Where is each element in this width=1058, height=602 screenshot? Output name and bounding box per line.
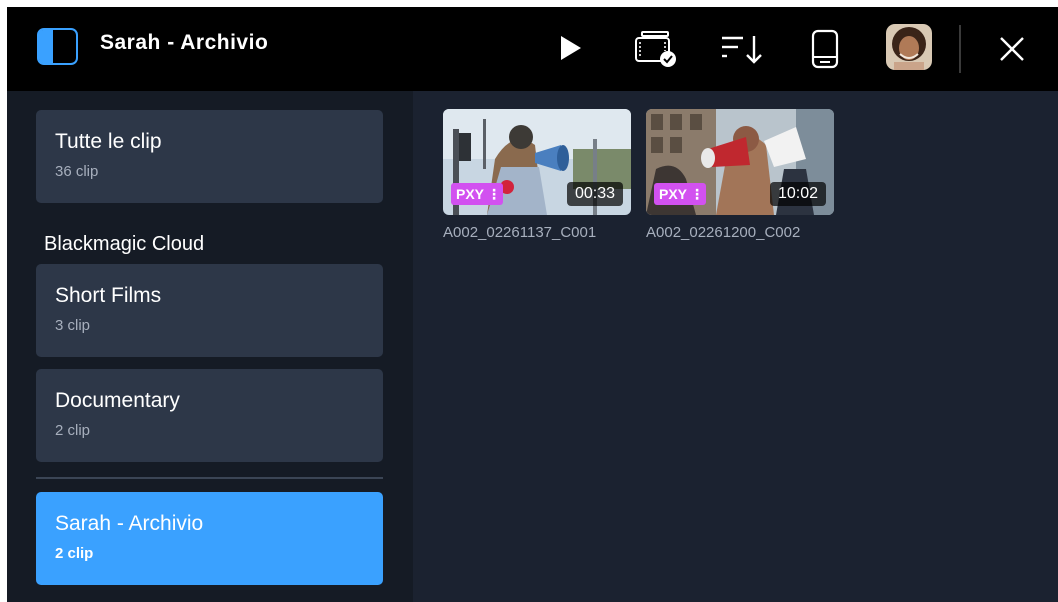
clip-name: A002_02261200_C002	[646, 224, 801, 241]
media-card-check-icon[interactable]	[633, 29, 679, 69]
sidebar-item-count: 36 clip	[55, 163, 99, 180]
sidebar-item-count: 3 clip	[55, 317, 91, 334]
header-bar: Sarah - Archivio	[7, 7, 1058, 91]
sidebar-item-documentary[interactable]: Documentary 2 clip	[36, 369, 383, 462]
user-avatar[interactable]	[886, 24, 932, 70]
clip-thumbnail[interactable]: PXY ⋮ 10:02	[646, 109, 834, 215]
page-title: Sarah - Archivio	[100, 31, 269, 54]
sidebar-item-label: Sarah - Archivio	[55, 512, 204, 535]
clip-tile[interactable]: PXY ⋮ 00:33 A002_02261137_C001	[443, 109, 631, 241]
sidebar-pane-shape	[39, 30, 53, 63]
sidebar-item-sarah-archivio[interactable]: Sarah - Archivio 2 clip	[36, 492, 383, 585]
proxy-badge-label: PXY	[456, 186, 485, 202]
clip-thumbnail[interactable]: PXY ⋮ 00:33	[443, 109, 631, 215]
play-icon[interactable]	[560, 35, 582, 61]
clip-duration: 00:33	[566, 182, 623, 206]
proxy-badge: PXY ⋮	[451, 183, 504, 205]
sidebar-item-label: Tutte le clip	[55, 130, 162, 153]
sidebar-divider	[36, 477, 383, 479]
clip-tile[interactable]: PXY ⋮ 10:02 A002_02261200_C002	[646, 109, 834, 241]
proxy-badge-label: PXY	[659, 186, 688, 202]
section-heading-cloud: Blackmagic Cloud	[44, 233, 205, 255]
sidebar-item-label: Short Films	[55, 284, 162, 307]
sidebar-item-all-clips[interactable]: Tutte le clip 36 clip	[36, 110, 383, 203]
header-divider	[959, 25, 961, 73]
sidebar-toggle-icon[interactable]	[37, 28, 78, 65]
sidebar: Tutte le clip 36 clip Blackmagic Cloud S…	[7, 91, 413, 602]
clip-duration: 10:02	[769, 182, 826, 206]
more-options-icon[interactable]: ⋮	[690, 183, 704, 205]
proxy-badge: PXY ⋮	[654, 183, 707, 205]
clip-grid: PXY ⋮ 00:33 A002_02261137_C001 PXY ⋮ 10:…	[413, 91, 1058, 602]
close-icon[interactable]	[999, 36, 1025, 62]
sidebar-item-count: 2 clip	[55, 545, 94, 562]
clip-name: A002_02261137_C001	[443, 224, 597, 241]
sidebar-item-short-films[interactable]: Short Films 3 clip	[36, 264, 383, 357]
storage-drive-icon[interactable]	[811, 29, 839, 69]
sidebar-item-count: 2 clip	[55, 422, 91, 439]
sidebar-item-label: Documentary	[55, 389, 180, 412]
sort-icon[interactable]	[721, 34, 763, 64]
app-window: Sarah - Archivio Tutte le clip 36 clip B…	[7, 7, 1058, 602]
more-options-icon[interactable]: ⋮	[487, 183, 501, 205]
